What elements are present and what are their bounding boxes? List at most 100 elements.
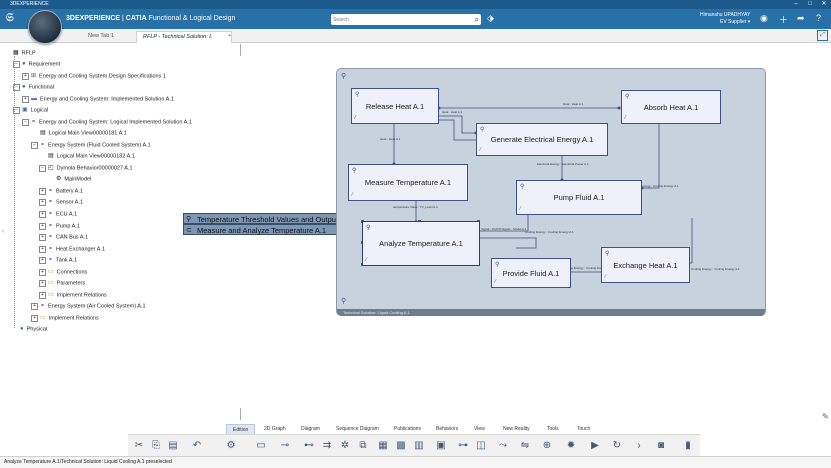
tree-node-impl-rel[interactable]: + ▭ Implement Relations (39, 291, 107, 299)
tree-node-es-fluid[interactable]: − ⚭ Energy System (Fluid Cooled System) A.… (31, 141, 151, 149)
frame-icon[interactable]: ◫ (474, 439, 488, 453)
expand-icon[interactable]: + (39, 268, 46, 276)
minimize-icon[interactable]: – (789, 0, 803, 9)
tab-tools[interactable]: Tools (547, 424, 559, 434)
cluster-icon[interactable]: ✲ (338, 439, 352, 453)
tree-node-es-air[interactable]: + ⚭ Energy System (Air Cooled System) A.1 (31, 302, 146, 310)
block-measure-temperature[interactable]: ⚲ Measure Temperature A.1 ⁄ (348, 164, 468, 201)
share-icon[interactable]: ➦ (797, 13, 805, 24)
tree-node-functional[interactable]: − ● Functional (13, 83, 54, 91)
collapse-icon[interactable]: − (39, 164, 46, 172)
copy-icon[interactable]: ⎘ (149, 439, 163, 453)
compass-icon[interactable] (28, 10, 62, 44)
search-icon[interactable]: ⌕ (475, 14, 479, 25)
tree-node-parameters[interactable]: + ▭ Parameters (39, 279, 85, 287)
collapse-icon[interactable]: − (31, 141, 38, 149)
tree-node-impl-rel-2[interactable]: + ▭ Implement Relations (31, 314, 99, 322)
link-icon[interactable]: ⇋ (518, 439, 532, 453)
route-icon[interactable]: ⤳ (496, 439, 510, 453)
group-icon[interactable]: ⧉ (356, 439, 370, 453)
ds-logo-icon[interactable]: 𝔖 (6, 12, 14, 25)
tree-node-func-item[interactable]: + ▬ Energy and Cooling System: Implemented… (22, 95, 174, 103)
block-pump-fluid[interactable]: ⚲ Pump Fluid A.1 ⁄ (516, 180, 642, 215)
panel-splitter[interactable] (240, 408, 241, 420)
panel-splitter[interactable] (240, 44, 241, 56)
collapse-icon[interactable]: − (22, 118, 29, 126)
preselect-item-measure[interactable]: ⊂ Measure and Analyze Temperature A.1 (183, 224, 361, 235)
tree-icon[interactable]: ⊶ (456, 439, 470, 453)
expand-icon[interactable]: + (39, 256, 46, 264)
tree-node-log-item[interactable]: − ⚭ Energy and Cooling System: Logical Imp… (22, 118, 192, 126)
expand-icon[interactable]: + (39, 233, 46, 241)
search-input[interactable] (333, 14, 463, 25)
tab-new-tab-1[interactable]: New Tab 1 (82, 31, 120, 42)
camera-icon[interactable]: ◙ (654, 439, 668, 453)
tab-view[interactable]: View (474, 424, 485, 434)
close-icon[interactable]: ✕ (817, 0, 831, 9)
next-icon[interactable]: › (632, 439, 646, 453)
settings-icon[interactable]: ⚙ (224, 439, 238, 453)
block-provide-fluid[interactable]: ⚲ Provide Fluid A.1 ⁄ (491, 258, 571, 288)
tree-node-physical[interactable]: ● Physical (20, 325, 47, 333)
refresh-icon[interactable]: ↻ (610, 439, 624, 453)
branch-icon[interactable]: ⊕ (540, 439, 554, 453)
insert-port-icon[interactable]: ⊸ (278, 439, 292, 453)
tree-node-dymola[interactable]: − ◰ Dymola Behavior00000027 A.1 (39, 164, 133, 172)
avatar-icon[interactable]: ◉ (760, 13, 768, 24)
tree-node-tank[interactable]: + ⚭ Tank A.1 (39, 256, 77, 264)
tree-node-lmv1[interactable]: ▤ Logical Main View00000181 A.1 (40, 129, 127, 137)
tree-node-canbus[interactable]: + ⚭ CAN Bus A.1 (39, 233, 88, 241)
tree-node-battery[interactable]: + ⚭ Battery A.1 (39, 187, 83, 195)
add-tab-button[interactable]: + (222, 31, 237, 42)
tree-node-lmv2[interactable]: ▤ Logical Main View00000182 A.1 (48, 152, 135, 160)
flow-icon[interactable]: ⇉ (320, 439, 334, 453)
tree-node-requirement[interactable]: − ● Requirement (13, 60, 60, 68)
tab-touch[interactable]: Touch (577, 424, 590, 434)
expand-icon[interactable]: + (39, 198, 46, 206)
tab-2d-graph[interactable]: 2D Graph (264, 424, 286, 434)
fit-all-icon[interactable]: ⤢ (817, 30, 828, 41)
align-icon[interactable]: ▥ (412, 439, 426, 453)
tab-new-reality[interactable]: New Reality (503, 424, 530, 434)
add-icon[interactable]: ＋ (779, 13, 788, 26)
collapse-icon[interactable]: − (13, 106, 20, 114)
preselect-item-threshold[interactable]: ⚲ Temperature Threshold Values and Output… (183, 213, 361, 224)
simulate-icon[interactable]: ▶ (588, 439, 602, 453)
expand-icon[interactable]: + (39, 279, 46, 287)
block-analyze-temperature[interactable]: ⚲ Analyze Temperature A.1 ⁄ (362, 221, 480, 266)
gear-group-icon[interactable]: ✹ (564, 439, 578, 453)
expand-icon[interactable]: + (39, 187, 46, 195)
expand-icon[interactable]: + (39, 291, 46, 299)
image-icon[interactable]: ▣ (434, 439, 448, 453)
expand-icon[interactable]: + (39, 222, 46, 230)
tag-icon[interactable]: ⬗ (487, 13, 494, 24)
block-exchange-heat[interactable]: ⚲ Exchange Heat A.1 ⁄ (601, 247, 690, 283)
maximize-icon[interactable]: □ (803, 0, 817, 9)
tree-node-req-item[interactable]: + ⊞ Energy and Cooling System Design Speci… (22, 72, 166, 80)
collapse-icon[interactable]: − (13, 60, 20, 68)
tab-rflp-technical-solution[interactable]: RFLP - Technical Solution: L (136, 31, 232, 43)
expand-icon[interactable]: + (39, 245, 46, 253)
help-icon[interactable]: ? (816, 13, 821, 23)
tree-node-mainmodel[interactable]: ⚙ MainModel (56, 175, 91, 183)
tree-node-connections[interactable]: + ▭ Connections (39, 268, 87, 276)
expand-icon[interactable]: + (39, 210, 46, 218)
tab-sequence-diagram[interactable]: Sequence Diagram (336, 424, 379, 434)
expand-icon[interactable]: + (31, 314, 38, 322)
tree-node-pump[interactable]: + ⚭ Pump A.1 (39, 222, 80, 230)
undo-icon[interactable]: ↶ (190, 439, 204, 453)
connect-icon[interactable]: ⊷ (302, 439, 316, 453)
cut-icon[interactable]: ✂ (132, 439, 146, 453)
paste-icon[interactable]: ▤ (166, 439, 180, 453)
insert-block-icon[interactable]: ▭ (254, 439, 268, 453)
collapse-icon[interactable]: − (13, 83, 20, 91)
expand-icon[interactable]: + (22, 95, 29, 103)
tree-node-sensor[interactable]: + ⚭ Sensor A.1 (39, 198, 83, 206)
tree-node-hx[interactable]: + ⚭ Heat Exchanger A.1 (39, 245, 105, 253)
tab-diagram[interactable]: Diagram (301, 424, 320, 434)
block-release-heat[interactable]: ⚲ Release Heat A.1 ⁄ (351, 88, 439, 124)
user-info[interactable]: Himanshu UPADHYAY EV Supplier ▾ (700, 12, 750, 26)
tree-node-ecu[interactable]: + ⚭ ECU A.1 (39, 210, 77, 218)
tree-root[interactable]: ▦ RFLP (13, 49, 36, 57)
tree-node-logical[interactable]: − ▣ Logical (13, 106, 48, 114)
